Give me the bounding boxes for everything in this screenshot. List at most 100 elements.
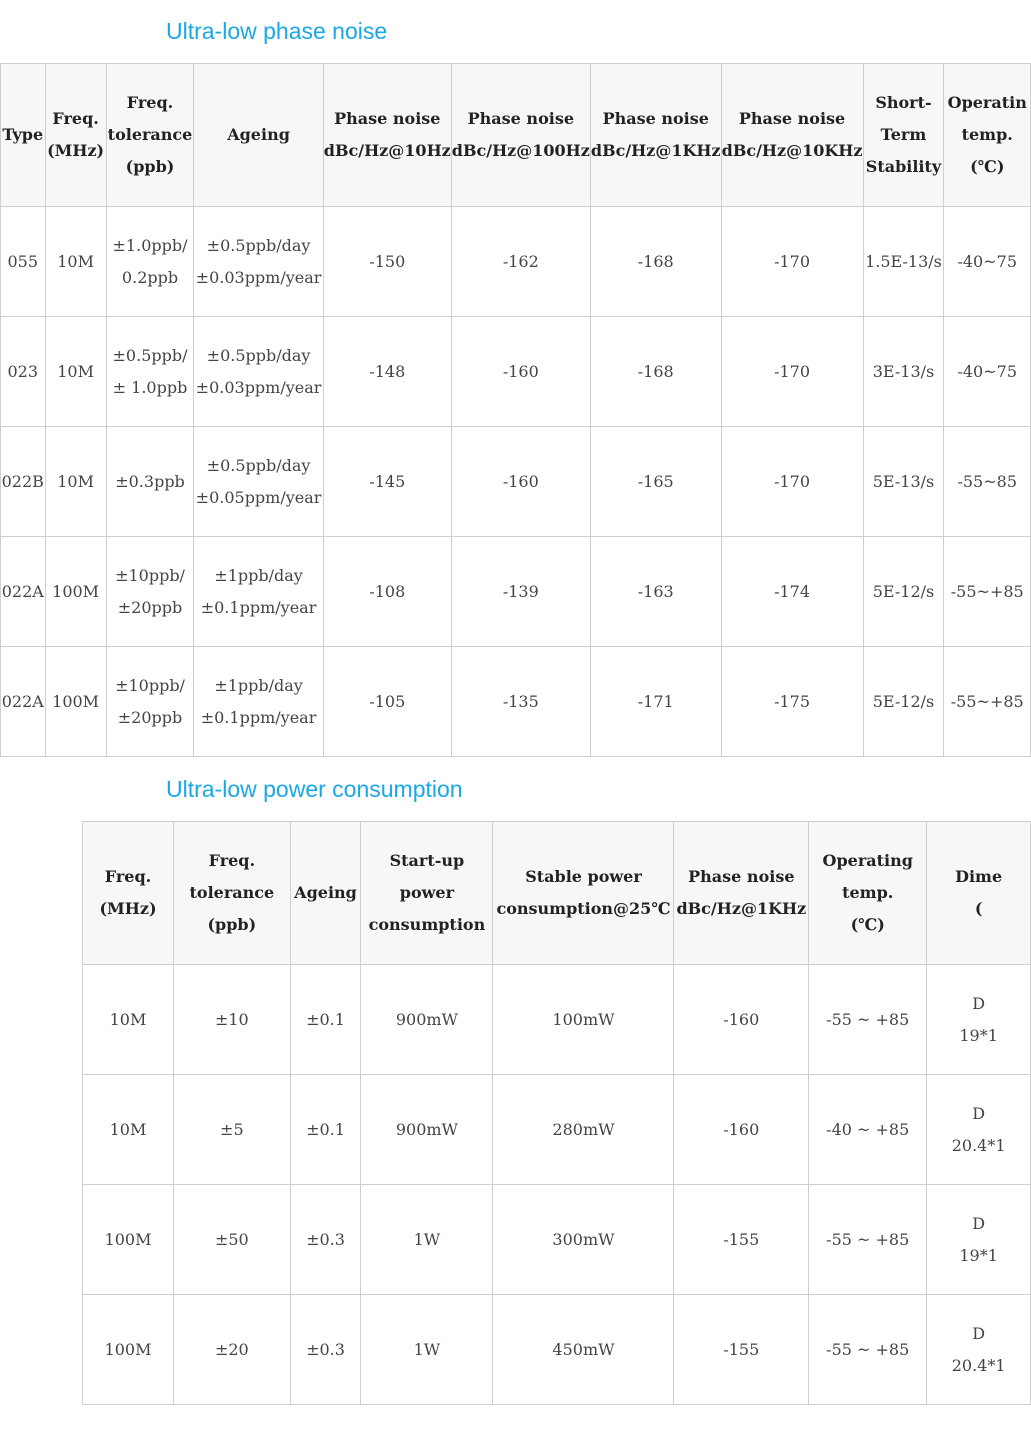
column-header: Stable power consumption@25℃ — [492, 821, 675, 965]
cell-line: -139 — [502, 581, 539, 601]
cell-line: Start-up — [389, 851, 465, 870]
cell-line: ±10ppb/ — [115, 565, 185, 585]
cell-line: 100M — [104, 1339, 152, 1359]
table-cell: ±50 — [173, 1184, 291, 1295]
cell-line: -55~+85 — [950, 581, 1024, 601]
cell-line: 100mW — [552, 1009, 615, 1029]
table-cell: -160 — [673, 964, 810, 1075]
table-cell: -163 — [589, 536, 722, 647]
table-cell: 10M — [44, 206, 107, 317]
cell-line: ±20 — [214, 1339, 249, 1359]
cell-line: ±0.5ppb/day — [206, 235, 311, 255]
cell-line: ±0.1ppm/year — [200, 707, 317, 727]
cell-line: ±50 — [214, 1229, 249, 1249]
table-cell: ±0.1 — [289, 964, 362, 1075]
table-row: 10M ±5 ±0.1 900mW 280mW -160 -40 ~ +85 D 20.4*1 — [81, 1074, 1031, 1185]
column-header: Dime ( — [926, 821, 1031, 965]
cell-line: (MHz) — [47, 141, 105, 160]
table-cell: ±0.5ppb/day ±0.03ppm/year — [193, 316, 324, 427]
table-header-row: Type Freq. (MHz) Freq. tolerance (ppb) Ageing P… — [0, 63, 1031, 207]
cell-line: ±20ppb — [117, 707, 183, 727]
cell-line: Freq. — [126, 93, 174, 112]
cell-line: 450mW — [552, 1339, 615, 1359]
cell-line: -135 — [502, 691, 539, 711]
cell-line: -150 — [369, 251, 406, 271]
cell-line: -55 ~ +85 — [826, 1339, 910, 1359]
cell-line: Phase noise — [602, 109, 709, 128]
cell-line: Phase noise — [334, 109, 441, 128]
table-cell: ±1.0ppb/0.2ppb — [105, 206, 195, 317]
cell-line: 100M — [104, 1229, 152, 1249]
table-cell: ±10ppb/ ±20ppb — [105, 646, 195, 757]
cell-line: Freq. — [52, 109, 99, 128]
table-cell: 022A — [0, 646, 46, 757]
cell-line: ±20ppb — [117, 597, 183, 617]
column-header: Phase noise dBc/Hz@10Hz — [322, 63, 452, 207]
cell-line: ±0.3ppb — [115, 471, 185, 491]
cell-line: 300mW — [552, 1229, 615, 1249]
cell-line: -165 — [637, 471, 674, 491]
cell-line: -55~85 — [957, 471, 1017, 491]
cell-line: 5E-12/s — [872, 581, 935, 601]
table-cell: 023 — [0, 316, 46, 427]
cell-line: 10M — [109, 1009, 147, 1029]
table-cell: ±0.5ppb/day ±0.03ppm/year — [193, 206, 324, 317]
cell-line: dBc/Hz@10KHz — [721, 141, 863, 160]
table-cell: ±1ppb/day ±0.1ppm/year — [193, 536, 324, 647]
cell-line: ±0.5ppb/ — [112, 345, 188, 365]
table-cell: 100M — [44, 536, 107, 647]
cell-line: Operating — [822, 851, 913, 870]
cell-line: Type — [2, 125, 44, 144]
cell-line: 5E-12/s — [872, 691, 935, 711]
column-header: Freq. tolerance (ppb) — [105, 63, 195, 207]
cell-line: D — [972, 1213, 986, 1233]
cell-line: 023 — [7, 361, 39, 381]
table-row: 022B 10M ±0.3ppb ±0.5ppb/day ±0.05ppm/year -1… — [0, 426, 1031, 537]
cell-line: -170 — [774, 251, 811, 271]
table-cell: -40 ~ +85 — [808, 1074, 928, 1185]
table-cell: 1W — [360, 1184, 494, 1295]
cell-line: -105 — [369, 691, 406, 711]
table-cell: -170 — [720, 316, 864, 427]
column-header: Phase noise dBc/Hz@100Hz — [450, 63, 591, 207]
column-header: Type — [0, 63, 46, 207]
cell-line: Ageing — [227, 125, 290, 144]
cell-line: -171 — [637, 691, 674, 711]
cell-line: 055 — [7, 251, 39, 271]
cell-line: 022B — [1, 471, 44, 491]
cell-line: 100M — [52, 691, 100, 711]
cell-line: (℃) — [850, 915, 885, 934]
cell-line: 10M — [57, 361, 94, 381]
cell-line: consumption@25℃ — [496, 899, 671, 918]
cell-line: Freq. — [104, 867, 152, 886]
cell-line: -162 — [502, 251, 539, 271]
table-cell: D 19*1 — [926, 1184, 1031, 1295]
cell-line: ( — [974, 899, 983, 918]
table-cell: 450mW — [492, 1294, 675, 1405]
column-header: Freq. tolerance (ppb) — [173, 821, 291, 965]
table-cell: ±0.5ppb/day ±0.05ppm/year — [193, 426, 324, 537]
cell-line: Short- — [875, 93, 932, 112]
cell-line: ±1.0ppb/ — [112, 235, 188, 255]
table-cell: 055 — [0, 206, 46, 317]
cell-line: -168 — [637, 251, 674, 271]
table-cell: 1.5E-13/s — [862, 206, 945, 317]
cell-line: 5E-13/s — [872, 471, 935, 491]
table-cell: ±0.1 — [289, 1074, 362, 1185]
cell-line: 100M — [52, 581, 100, 601]
table-cell: 280mW — [492, 1074, 675, 1185]
table-cell: -170 — [720, 426, 864, 537]
table-cell: -145 — [322, 426, 452, 537]
table-cell: ±0.3ppb — [105, 426, 195, 537]
table-cell: -171 — [589, 646, 722, 757]
cell-line: 1.5E-13/s — [865, 251, 942, 271]
column-header: Phase noise dBc/Hz@10KHz — [720, 63, 864, 207]
table-cell: -150 — [322, 206, 452, 317]
cell-line: Term — [880, 125, 927, 144]
table-cell: 100M — [81, 1184, 175, 1295]
cell-line: ±1ppb/day — [214, 565, 303, 585]
cell-line: 022A — [1, 691, 44, 711]
table-cell: -170 — [720, 206, 864, 317]
cell-line: 10M — [57, 471, 94, 491]
cell-line: 10M — [57, 251, 94, 271]
